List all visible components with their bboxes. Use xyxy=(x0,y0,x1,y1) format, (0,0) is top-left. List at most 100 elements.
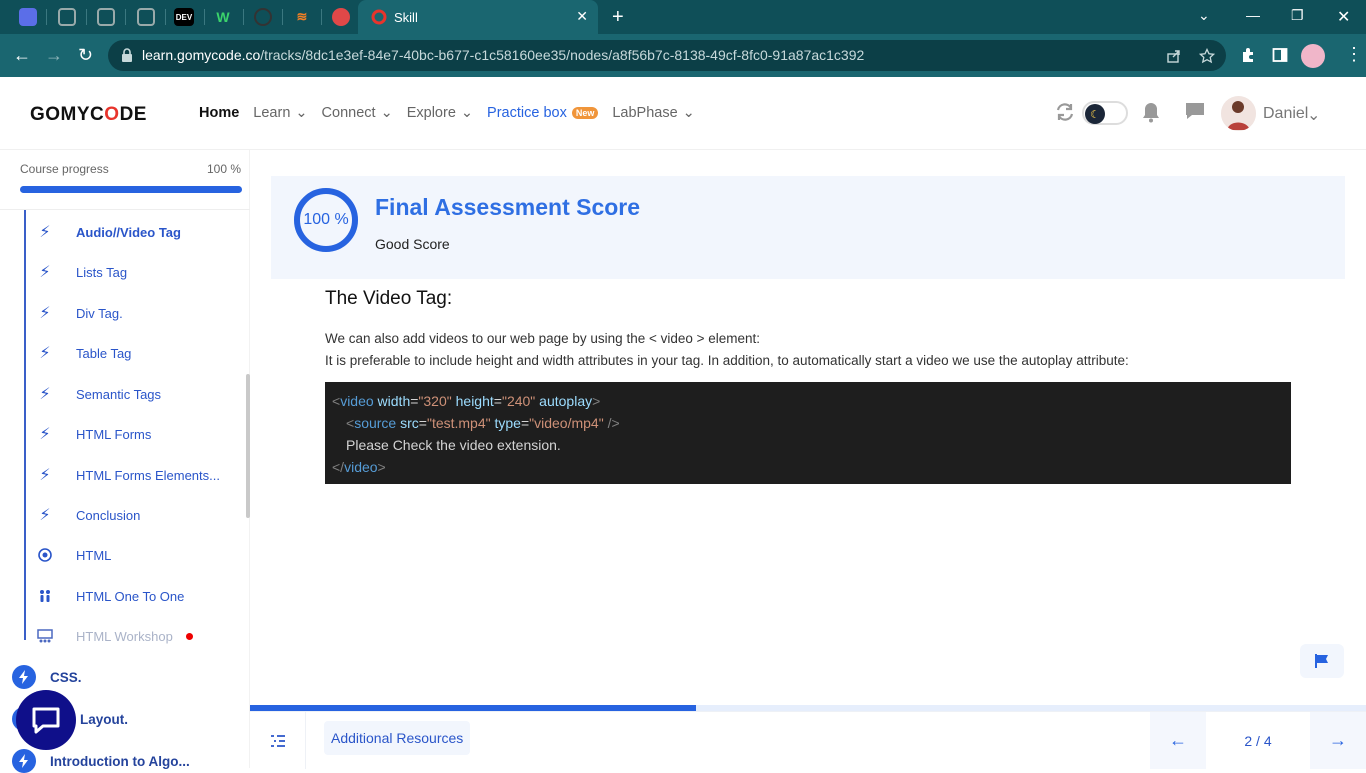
chevron-down-icon: ⌄ xyxy=(380,105,393,121)
code-line: <video width="320" height="240" autoplay… xyxy=(332,393,601,409)
report-flag-button[interactable] xyxy=(1300,644,1344,678)
bolt-icon: ⚡︎ xyxy=(39,507,51,524)
restore-icon[interactable]: ❐ xyxy=(1291,7,1304,24)
code-block: <video width="320" height="240" autoplay… xyxy=(325,382,1291,484)
lesson-content: The Video Tag: We can also add videos to… xyxy=(325,288,1291,372)
bolt-icon: ⚡︎ xyxy=(39,305,51,322)
previous-page-button[interactable]: ← xyxy=(1150,712,1206,769)
dev-tab-icon[interactable]: DEV xyxy=(174,8,194,26)
url-domain: learn.gomycode.co xyxy=(142,47,261,63)
dark-mode-toggle[interactable]: ☾ xyxy=(1082,101,1128,125)
bolt-icon: ⚡︎ xyxy=(39,224,51,241)
moon-icon: ☾ xyxy=(1085,104,1105,124)
new-badge: New xyxy=(571,107,599,119)
browser-menu-icon[interactable]: ⋮ xyxy=(1345,44,1363,65)
bolt-icon: ⚡︎ xyxy=(39,426,51,443)
new-tab-icon[interactable]: + xyxy=(612,6,624,29)
back-icon[interactable]: ← xyxy=(13,45,31,66)
share-icon[interactable] xyxy=(1166,48,1182,64)
notification-dot xyxy=(186,632,193,640)
sidebar-item-semantic-tags[interactable]: ⚡︎ Semantic Tags xyxy=(36,383,161,405)
nav-home[interactable]: Home xyxy=(199,105,239,121)
shield-tab-icon[interactable] xyxy=(332,8,350,26)
nav-explore[interactable]: Explore ⌄ xyxy=(407,105,473,121)
nav-learn[interactable]: Learn ⌄ xyxy=(253,105,307,121)
bottom-navigation-bar: Additional Resources ← 2 / 4 → xyxy=(250,711,1366,769)
chevron-down-icon: ⌄ xyxy=(295,105,308,121)
outline-menu-button[interactable] xyxy=(250,712,306,769)
lock-icon[interactable] xyxy=(121,48,133,62)
bolt-icon xyxy=(12,749,36,773)
nav-practice-box[interactable]: Practice box New xyxy=(487,105,599,121)
star-icon[interactable] xyxy=(1199,48,1215,64)
chapter-css[interactable]: CSS. xyxy=(12,665,82,689)
score-title: Final Assessment Score xyxy=(375,194,641,220)
active-tab[interactable]: Skill ✕ xyxy=(358,0,598,34)
tab-search-icon[interactable]: ⌄ xyxy=(1198,7,1210,24)
chat-bubble-icon xyxy=(32,707,60,734)
globe-tab-icon[interactable] xyxy=(97,8,115,26)
gomycode-favicon-icon xyxy=(371,9,387,25)
sidebar-item-html-forms-elements[interactable]: ⚡︎ HTML Forms Elements... xyxy=(36,464,220,486)
sidebar-item-html-workshop[interactable]: HTML Workshop xyxy=(36,625,193,647)
minimize-icon[interactable]: — xyxy=(1246,7,1260,23)
arrow-right-icon: → xyxy=(1329,730,1347,750)
globe-tab-icon[interactable] xyxy=(58,8,76,26)
next-page-button[interactable]: → xyxy=(1310,712,1366,769)
sidebar-item-html-forms[interactable]: ⚡︎ HTML Forms xyxy=(36,423,151,445)
course-progress-value: 100 % xyxy=(206,162,241,176)
stack-tab-icon[interactable]: ≋ xyxy=(293,8,311,26)
user-avatar[interactable] xyxy=(1221,96,1256,131)
workshop-icon xyxy=(36,629,54,643)
extensions-icon[interactable] xyxy=(1240,47,1256,63)
score-ring: 100 % xyxy=(293,187,359,253)
code-line: </video> xyxy=(332,459,386,475)
bolt-icon xyxy=(12,665,36,689)
page-indicator: 2 / 4 xyxy=(1244,732,1272,749)
nav-labphase[interactable]: LabPhase ⌄ xyxy=(612,105,694,121)
sidebar-item-conclusion[interactable]: ⚡︎ Conclusion xyxy=(36,504,140,526)
course-progress-bar xyxy=(20,186,242,193)
sidebar-scrollbar[interactable] xyxy=(246,374,250,518)
chevron-down-icon: ⌄ xyxy=(460,105,474,121)
course-sidebar: Course progress 100 % ⚡︎ Audio//Video Tag… xyxy=(0,150,250,773)
chat-icon[interactable] xyxy=(1184,101,1206,121)
people-icon xyxy=(36,589,54,603)
lesson-paragraph-1: We can also add videos to our web page b… xyxy=(325,331,761,346)
profile-avatar-icon[interactable] xyxy=(1301,44,1325,68)
sidebar-item-audio-video-tag[interactable]: ⚡︎ Audio//Video Tag xyxy=(36,221,181,243)
additional-resources-button[interactable]: Additional Resources xyxy=(324,721,471,755)
sidebar-item-div-tag[interactable]: ⚡︎ Div Tag. xyxy=(36,302,122,324)
url-bar[interactable]: learn.gomycode.co/tracks/8dc1e3ef-84e7-4… xyxy=(108,40,1226,71)
score-subtitle: Good Score xyxy=(375,236,450,252)
url-path: /tracks/8dc1e3ef-84e7-40bc-b677-c1c58160… xyxy=(260,47,865,63)
site-header: GOMYCODE Home Learn ⌄ Connect ⌄ Explore ⌄ P… xyxy=(0,77,1366,150)
globe-tab-icon[interactable] xyxy=(137,8,155,26)
sidepanel-icon[interactable] xyxy=(1272,47,1288,63)
chevron-down-icon[interactable]: ⌄ xyxy=(1307,105,1320,125)
sidebar-item-lists-tag[interactable]: ⚡︎ Lists Tag xyxy=(36,261,127,283)
user-name[interactable]: Daniel xyxy=(1263,105,1308,123)
sync-icon[interactable] xyxy=(1054,101,1076,123)
final-assessment-card: 100 % Final Assessment Score Good Score xyxy=(271,176,1345,279)
chapter-intro-algo[interactable]: Introduction to Algo... xyxy=(12,749,190,773)
browser-tab-strip: DEV W ≋ Skill ✕ + ⌄ — ❐ ✕ xyxy=(0,0,1366,34)
bolt-icon: ⚡︎ xyxy=(39,386,51,403)
nav-connect[interactable]: Connect ⌄ xyxy=(322,105,393,121)
window-close-icon[interactable]: ✕ xyxy=(1337,7,1350,27)
active-tab-title: Skill xyxy=(394,10,418,25)
support-chat-button[interactable] xyxy=(16,690,76,750)
bell-icon[interactable] xyxy=(1141,101,1161,123)
app-tab-icon[interactable] xyxy=(19,8,37,26)
sidebar-item-html[interactable]: HTML xyxy=(36,544,111,566)
sidebar-item-html-one-to-one[interactable]: HTML One To One xyxy=(36,585,184,607)
forward-icon[interactable]: → xyxy=(45,45,63,66)
gomycode-logo[interactable]: GOMYCODE xyxy=(30,104,147,126)
reload-icon[interactable]: ↻ xyxy=(78,45,93,66)
w-tab-icon[interactable]: W xyxy=(214,8,232,26)
flag-icon xyxy=(1315,654,1328,668)
sidebar-item-table-tag[interactable]: ⚡︎ Table Tag xyxy=(36,342,131,364)
circle-tab-icon[interactable] xyxy=(254,8,272,26)
course-progress-label: Course progress xyxy=(20,162,109,176)
close-tab-icon[interactable]: ✕ xyxy=(576,8,588,25)
